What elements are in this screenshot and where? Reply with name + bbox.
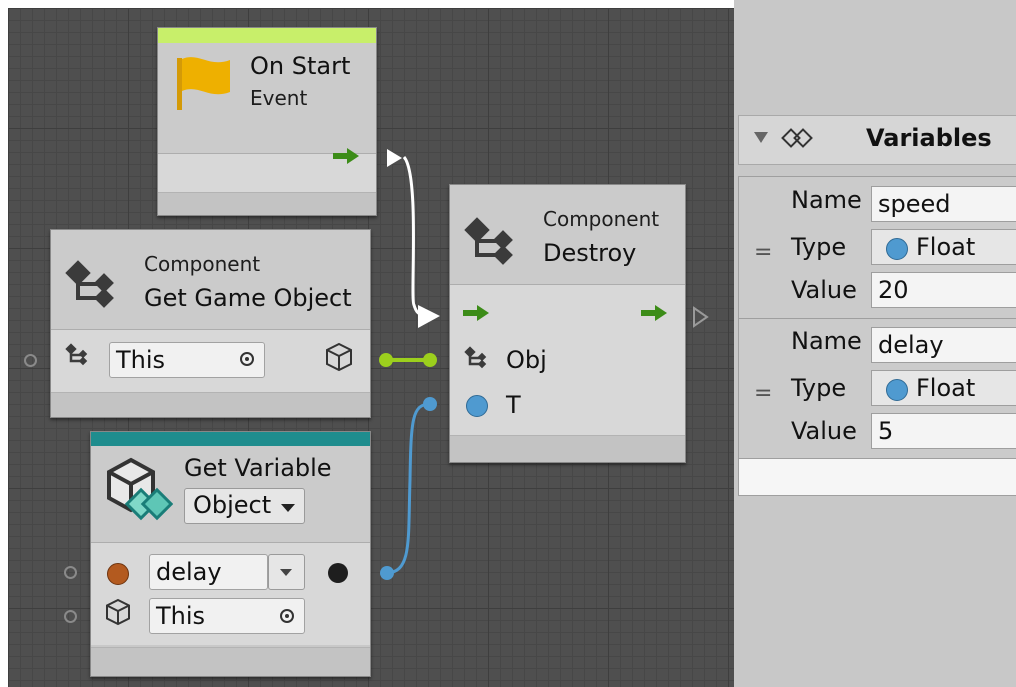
variable-type-dot: [107, 563, 129, 585]
variable-name-input-port[interactable]: [64, 566, 77, 579]
destroy-title: Destroy: [543, 239, 637, 267]
variable-name: delay: [878, 331, 944, 359]
variable-kind-value: Object: [193, 491, 272, 519]
flow-output-icon[interactable]: [332, 146, 362, 166]
variable-type: Float: [916, 233, 976, 261]
variables-title: Variables: [866, 124, 992, 152]
output-value-dot: [328, 563, 348, 583]
variables-icon: [781, 128, 813, 148]
object-picker-icon[interactable]: [280, 609, 294, 623]
variable-value-input[interactable]: 20: [871, 272, 1016, 308]
target-value: This: [116, 346, 166, 374]
variable-target-input-port[interactable]: [64, 610, 77, 623]
drag-handle-icon[interactable]: =: [754, 240, 772, 265]
variable-color-strip: [91, 432, 370, 446]
value-label: Value: [791, 417, 857, 445]
variable-name: speed: [878, 190, 951, 218]
variable-target-value: This: [156, 602, 206, 630]
variable-name-dropdown[interactable]: [268, 554, 305, 590]
on-start-subtitle: Event: [250, 86, 308, 110]
variable-name-input[interactable]: delay: [871, 327, 1016, 363]
cube-icon: [106, 598, 130, 626]
variable-name-field[interactable]: delay: [149, 554, 268, 590]
get-variable-title: Get Variable: [184, 454, 332, 482]
on-start-title: On Start: [250, 52, 351, 80]
drag-handle-icon[interactable]: =: [754, 381, 772, 406]
hierarchy-small-icon: [65, 343, 88, 366]
on-start-flow-port[interactable]: [386, 148, 404, 168]
chevron-down-icon: [280, 569, 292, 576]
hierarchy-icon: [464, 217, 513, 265]
get-game-object-title: Get Game Object: [144, 284, 352, 312]
variable-kind-dropdown[interactable]: Object: [184, 488, 305, 524]
target-input-port[interactable]: [24, 354, 37, 367]
name-label: Name: [791, 327, 862, 355]
destroy-category: Component: [543, 207, 660, 231]
variable-target-field[interactable]: This: [149, 598, 305, 634]
target-field[interactable]: This: [109, 342, 265, 378]
type-label: Type: [791, 233, 847, 261]
variable-name-input[interactable]: speed: [871, 186, 1016, 222]
get-game-object-category: Component: [144, 252, 261, 276]
get-game-object-node[interactable]: Component Get Game Object This: [50, 229, 371, 418]
chevron-down-icon: [281, 504, 295, 512]
type-label: Type: [791, 374, 847, 402]
foldout-arrow-icon[interactable]: [754, 132, 768, 143]
t-port-label: T: [506, 391, 521, 419]
variable-type-dropdown[interactable]: Float: [871, 229, 1016, 265]
hierarchy-small-icon: [464, 346, 487, 369]
variables-empty-row[interactable]: [738, 458, 1016, 496]
flow-output-icon[interactable]: [640, 303, 670, 323]
variable-value: 5: [878, 417, 894, 445]
float-type-icon: [886, 238, 908, 260]
variable-value: 20: [878, 276, 909, 304]
cube-icon: [326, 342, 352, 372]
flag-icon: [177, 57, 230, 110]
flow-input-icon[interactable]: [462, 303, 492, 323]
variable-type: Float: [916, 374, 976, 402]
name-label: Name: [791, 186, 862, 214]
destroy-flow-output-port[interactable]: [692, 306, 710, 328]
event-color-strip: [158, 28, 376, 43]
variable-value-input[interactable]: 5: [871, 413, 1016, 449]
destroy-node[interactable]: Component Destroy Obj T: [449, 184, 686, 463]
float-type-icon: [886, 379, 908, 401]
float-type-icon: [466, 395, 488, 417]
get-variable-node[interactable]: Get Variable Object delay This: [90, 431, 371, 677]
variable-type-dropdown[interactable]: Float: [871, 370, 1016, 406]
hierarchy-icon: [65, 260, 114, 308]
variable-cube-icon: [107, 457, 173, 521]
object-picker-icon[interactable]: [240, 352, 254, 366]
obj-port-label: Obj: [506, 346, 547, 374]
variable-name-value: delay: [156, 558, 222, 586]
on-start-node[interactable]: On Start Event: [157, 27, 377, 216]
value-label: Value: [791, 276, 857, 304]
